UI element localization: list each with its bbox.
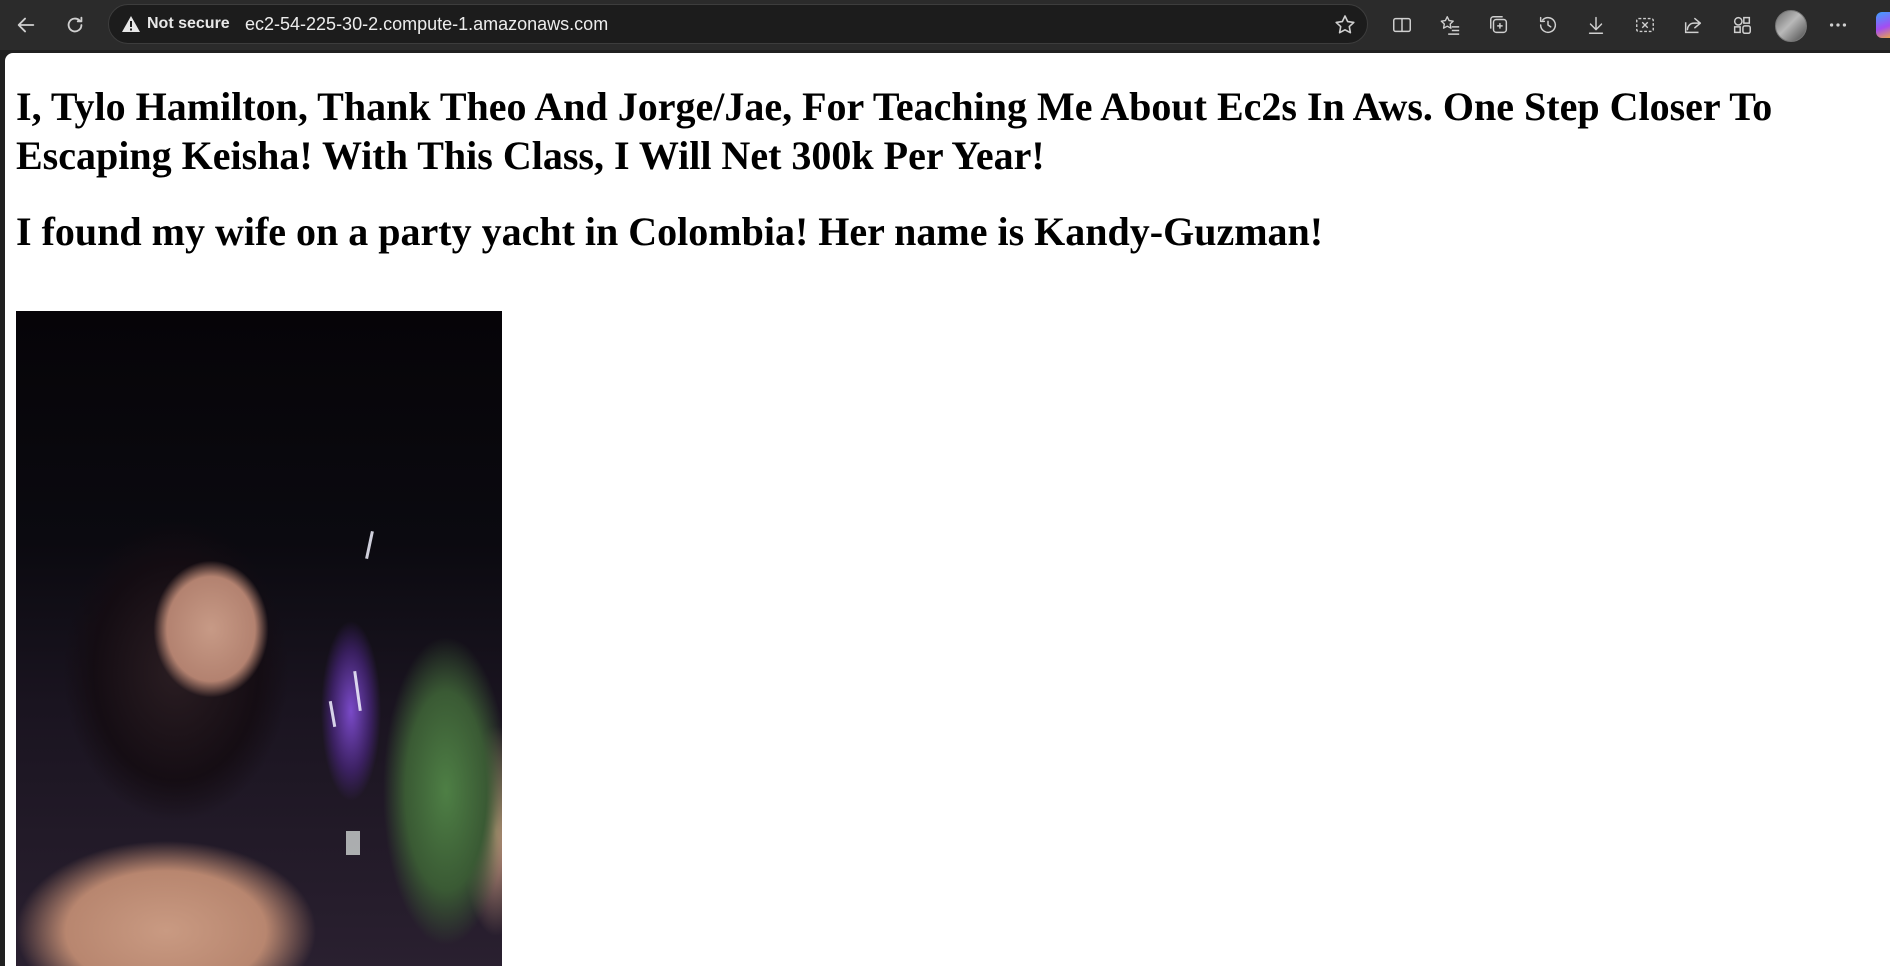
extensions-button[interactable]	[1726, 9, 1758, 41]
extensions-icon	[1733, 16, 1751, 34]
favorites-button[interactable]	[1434, 9, 1466, 41]
split-screen-button[interactable]	[1386, 9, 1418, 41]
party-photo	[16, 311, 502, 966]
refresh-button[interactable]	[59, 9, 91, 41]
screenshot-button[interactable]	[1629, 9, 1661, 41]
more-menu-button[interactable]	[1822, 9, 1854, 41]
url-text[interactable]: ec2-54-225-30-2.compute-1.amazonaws.com	[245, 14, 608, 35]
web-page: I, Tylo Hamilton, Thank Theo And Jorge/J…	[5, 53, 1890, 966]
collections-icon	[1490, 16, 1508, 34]
copilot-icon[interactable]	[1876, 12, 1890, 38]
browser-toolbar: Not secure ec2-54-225-30-2.compute-1.ama…	[0, 0, 1890, 50]
page-heading-primary: I, Tylo Hamilton, Thank Theo And Jorge/J…	[16, 84, 1773, 178]
refresh-icon	[67, 16, 83, 33]
back-arrow-icon	[17, 17, 35, 33]
download-icon	[1588, 16, 1604, 34]
history-button[interactable]	[1532, 9, 1564, 41]
security-label[interactable]: Not secure	[147, 15, 230, 33]
light-streak	[328, 700, 337, 728]
history-icon	[1539, 16, 1557, 34]
favorite-star-icon[interactable]	[1333, 13, 1357, 37]
collections-button[interactable]	[1483, 9, 1515, 41]
split-screen-icon	[1393, 17, 1411, 33]
favorites-list-icon	[1440, 16, 1460, 35]
address-bar[interactable]: Not secure ec2-54-225-30-2.compute-1.ama…	[108, 4, 1368, 44]
warning-icon	[122, 16, 140, 32]
screenshot-icon	[1636, 17, 1654, 33]
share-icon	[1684, 17, 1702, 34]
back-button[interactable]	[10, 9, 42, 41]
more-dots-icon	[1829, 23, 1847, 27]
light-streak	[365, 530, 374, 560]
downloads-button[interactable]	[1580, 9, 1612, 41]
page-heading-secondary: I found my wife on a party yacht in Colo…	[16, 209, 1324, 254]
profile-avatar[interactable]	[1775, 10, 1807, 42]
light-blur	[346, 831, 360, 855]
light-streak	[353, 670, 362, 712]
share-button[interactable]	[1677, 9, 1709, 41]
